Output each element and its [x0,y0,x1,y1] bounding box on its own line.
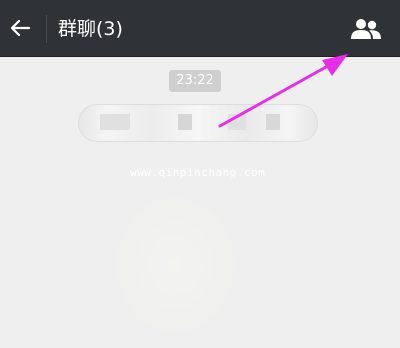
arrow-left-icon [10,19,31,37]
top-bar: 群聊(3) [0,0,400,57]
timestamp-badge: 23:22 [169,70,221,92]
system-message-bubble [78,104,318,142]
back-button[interactable] [4,10,36,46]
blurred-content [110,190,240,340]
watermark-text: www.qinpinchang.com [130,166,266,179]
group-members-button[interactable] [348,14,384,44]
group-members-icon [351,19,381,39]
page-title: 群聊(3) [58,18,123,40]
header-divider [46,15,47,43]
